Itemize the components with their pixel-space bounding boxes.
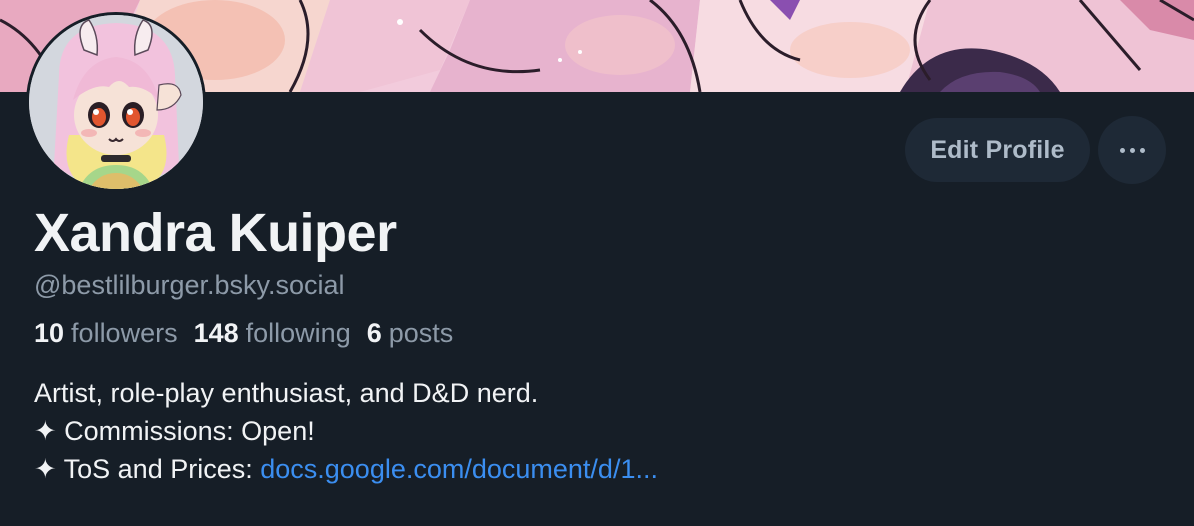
- following-label: following: [245, 318, 351, 348]
- avatar[interactable]: [26, 12, 206, 192]
- display-name: Xandra Kuiper: [34, 203, 397, 263]
- followers-count: 10: [34, 318, 65, 348]
- avatar-artwork: [29, 15, 203, 189]
- profile-handle: @bestlilburger.bsky.social: [34, 270, 345, 300]
- posts-stat: 6 posts: [367, 318, 454, 349]
- edit-profile-button[interactable]: Edit Profile: [905, 118, 1090, 182]
- posts-count: 6: [366, 318, 382, 348]
- following-count: 148: [193, 318, 239, 348]
- posts-label: posts: [388, 318, 454, 348]
- bio-line-1: Artist, role-play enthusiast, and D&D ne…: [34, 378, 539, 408]
- followers-label: followers: [71, 318, 178, 348]
- profile-bio: Artist, role-play enthusiast, and D&D ne…: [34, 374, 658, 488]
- following-stat[interactable]: 148 following: [194, 318, 351, 349]
- bio-line-3: ✦ ToS and Prices: docs.google.com/docume…: [34, 450, 658, 488]
- more-options-button[interactable]: [1098, 116, 1166, 184]
- followers-stat[interactable]: 10 followers: [34, 318, 178, 349]
- profile-stats: 10 followers 148 following 6 posts: [34, 318, 453, 349]
- ellipsis-icon: [1119, 147, 1145, 153]
- bio-line-2: ✦ Commissions: Open!: [34, 416, 315, 446]
- bio-line-3-prefix: ✦ ToS and Prices:: [34, 454, 261, 484]
- edit-profile-label: Edit Profile: [930, 135, 1065, 164]
- bio-tos-link[interactable]: docs.google.com/document/d/1...: [260, 454, 658, 484]
- profile-header: Edit Profile Xandra Kuiper @bestlilburge…: [0, 0, 1194, 526]
